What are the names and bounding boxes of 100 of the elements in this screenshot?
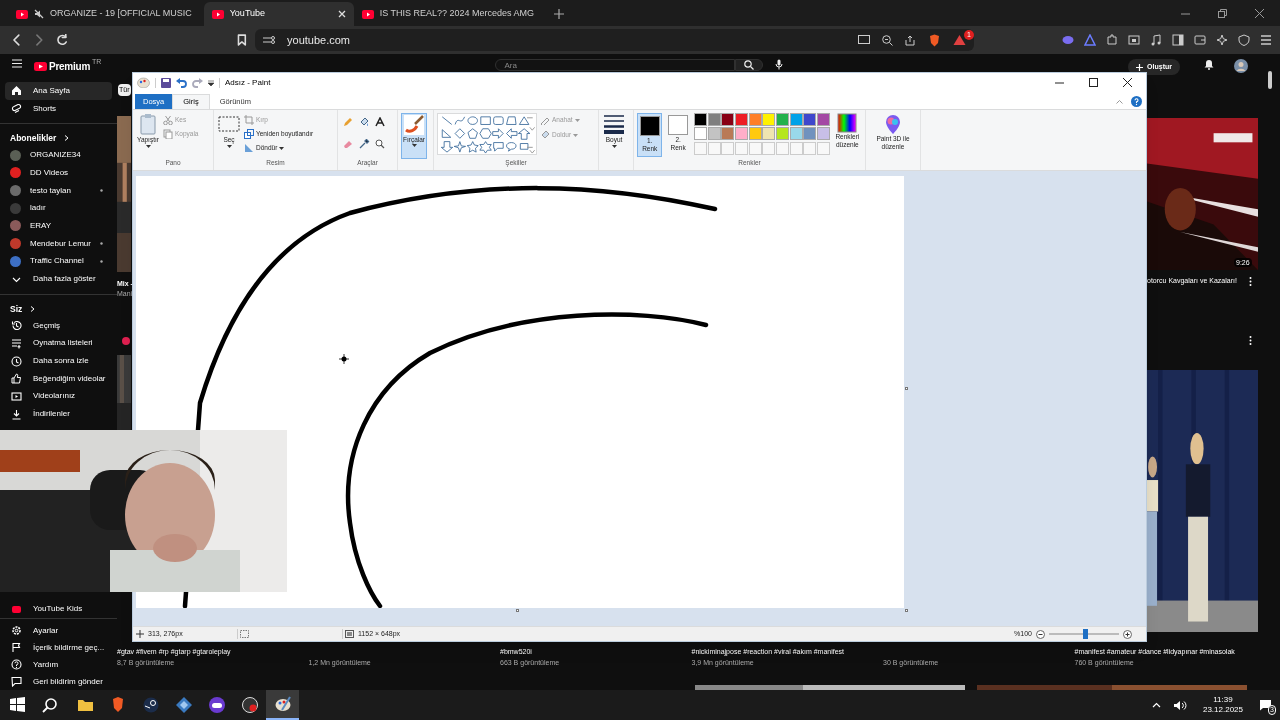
sidebar-item[interactable]: Ana Sayfa — [5, 82, 112, 100]
reload-icon[interactable] — [55, 34, 68, 46]
sidebar-item[interactable]: İçerik bildirme geç... — [5, 639, 112, 656]
browser-tab[interactable]: YouTube — [203, 2, 354, 26]
dropdown-arrow-icon[interactable] — [208, 79, 214, 86]
forward-icon[interactable] — [33, 34, 44, 46]
search-button[interactable] — [735, 59, 764, 71]
sidebar-item[interactable]: Shorts — [5, 99, 112, 118]
chevron-up-icon[interactable] — [1151, 702, 1161, 708]
maximize-icon[interactable] — [1089, 78, 1098, 87]
undo-icon[interactable] — [176, 77, 187, 88]
palette-color[interactable] — [734, 127, 748, 141]
chevron-right-icon[interactable] — [64, 135, 70, 142]
palette-color[interactable] — [817, 113, 830, 126]
save-icon[interactable] — [161, 77, 171, 88]
sidebar-item[interactable]: Beğendiğim videolar — [5, 369, 112, 388]
sparkle-icon[interactable] — [1216, 34, 1228, 46]
resize-handle[interactable] — [516, 609, 519, 612]
palette-color[interactable] — [707, 127, 721, 141]
palette-color[interactable] — [789, 127, 803, 141]
palette-color[interactable] — [734, 113, 748, 126]
palette-color[interactable] — [707, 113, 721, 126]
slider-thumb[interactable] — [1082, 629, 1088, 639]
resize-handle[interactable] — [905, 609, 908, 612]
palette-color[interactable] — [748, 127, 762, 141]
palette-color[interactable] — [721, 127, 735, 141]
close-icon[interactable] — [1255, 9, 1264, 18]
palette-color[interactable] — [775, 127, 789, 141]
triangle-icon[interactable] — [953, 34, 966, 46]
channel-item[interactable]: Traffic Channel — [5, 252, 112, 271]
triangle-icon[interactable] — [1084, 34, 1096, 46]
taskbar-button[interactable] — [266, 690, 299, 720]
palette-color[interactable] — [762, 113, 776, 126]
sidebar-icon[interactable] — [1172, 34, 1184, 46]
back-icon[interactable] — [12, 34, 22, 46]
shield-icon[interactable] — [1238, 34, 1250, 46]
sidebar-item[interactable]: Videolarınız — [5, 387, 112, 406]
palette-color[interactable] — [693, 113, 707, 126]
palette-color[interactable] — [748, 113, 762, 126]
channel-item[interactable]: ladır — [5, 199, 112, 218]
palette-color[interactable] — [762, 127, 776, 141]
chevron-right-icon[interactable] — [30, 305, 36, 312]
color-picker-icon[interactable] — [359, 139, 370, 151]
sidebar-item[interactable]: YouTube Kids — [5, 603, 112, 615]
more-options-icon[interactable] — [1249, 277, 1252, 286]
restore-icon[interactable] — [1218, 9, 1227, 18]
sidebar-item[interactable]: Daha sonra izle — [5, 352, 112, 370]
zoom-slider[interactable] — [1049, 629, 1119, 639]
more-options-icon[interactable] — [1249, 336, 1252, 345]
sidebar-item[interactable]: Yardım — [5, 656, 112, 673]
clock[interactable]: 11:39 23.12.2025 — [1198, 695, 1247, 715]
palette-color[interactable] — [803, 113, 817, 126]
sidebar-item[interactable]: Oynatma listeleri — [5, 334, 112, 353]
palette-color[interactable] — [789, 113, 803, 126]
lion-shield-icon[interactable] — [928, 33, 941, 47]
palette-color[interactable] — [693, 127, 707, 141]
dropdown-arrow-icon — [226, 145, 232, 148]
speaker-icon[interactable] — [1172, 699, 1187, 711]
channel-item[interactable]: ORGANIZE34 — [5, 146, 112, 165]
microphone-icon[interactable] — [775, 59, 784, 70]
sidebar-item[interactable]: Ayarlar — [5, 622, 112, 639]
drawing-canvas[interactable] — [136, 176, 904, 608]
zoom-out-icon[interactable] — [1036, 629, 1045, 639]
palette-color[interactable] — [817, 127, 830, 141]
sidebar-item[interactable]: Daha fazla göster — [5, 270, 112, 288]
music-icon[interactable] — [1150, 34, 1162, 46]
zoom-in-icon[interactable] — [1123, 629, 1132, 639]
palette-color[interactable] — [721, 113, 735, 126]
cast-icon[interactable] — [858, 35, 870, 45]
paint-palette-icon[interactable] — [137, 77, 150, 88]
zoom-out-icon[interactable] — [882, 34, 893, 46]
help-icon[interactable] — [1131, 96, 1142, 107]
resize-handle[interactable] — [905, 387, 908, 390]
magnifier-icon[interactable] — [375, 139, 386, 151]
channel-item[interactable]: DD Videos — [5, 164, 112, 182]
shapes-gallery[interactable] — [437, 113, 537, 155]
channel-item[interactable]: testo taylan — [5, 181, 112, 200]
browser-tab[interactable]: IS THIS REAL?? 2024 Mercedes AMG — [353, 2, 547, 26]
search-field[interactable]: Ara — [495, 59, 736, 71]
channel-item[interactable]: Mendebur Lemur — [5, 234, 112, 253]
channel-item[interactable]: ERAY — [5, 217, 112, 235]
fill-bucket-icon[interactable] — [359, 117, 370, 128]
share-icon[interactable] — [905, 34, 916, 46]
close-icon[interactable] — [1123, 78, 1132, 87]
bell-icon[interactable] — [1204, 59, 1214, 70]
avatar-icon[interactable] — [1234, 59, 1248, 73]
bookmark-icon[interactable] — [237, 34, 247, 46]
wallet-icon[interactable] — [1194, 34, 1206, 46]
window-icon[interactable] — [1128, 34, 1140, 46]
site-info-icon[interactable] — [263, 35, 275, 45]
browser-tab[interactable]: ORGANIZE - 19 [OFFICIAL MUSIC — [8, 2, 204, 26]
new-tab-icon[interactable] — [554, 9, 565, 19]
sidebar-item[interactable]: Geri bildirim gönder — [5, 673, 112, 690]
sidebar-item[interactable]: Geçmiş — [5, 316, 112, 335]
notification-icon[interactable] — [1259, 699, 1272, 711]
palette-color[interactable] — [803, 127, 817, 141]
sidebar-item[interactable]: İndirilenler — [5, 405, 112, 423]
text-icon[interactable] — [375, 117, 386, 128]
palette-color[interactable] — [775, 113, 789, 126]
collapse-ribbon-icon[interactable] — [1116, 99, 1123, 104]
